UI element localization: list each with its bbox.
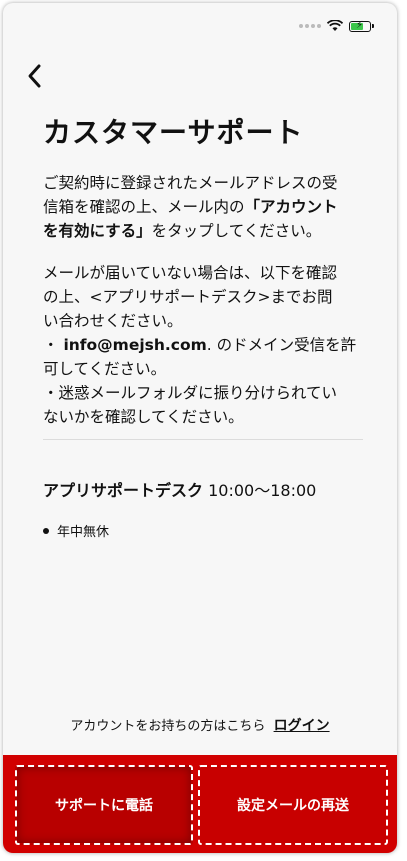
call-support-button[interactable]: サポートに電話 <box>15 765 193 845</box>
support-desk-hours: アプリサポートデスク 10:00〜18:00 <box>43 481 317 500</box>
bullet-dot <box>43 527 49 534</box>
page-title: カスタマーサポート <box>43 116 304 149</box>
bottom-action-bar: サポートに電話 設定メールの再送 <box>3 755 397 853</box>
login-link[interactable]: ログイン <box>274 718 330 734</box>
resend-email-button[interactable]: 設定メールの再送 <box>198 765 388 845</box>
login-row: アカウントをお持ちの方はこちら ログイン <box>70 718 330 734</box>
instruction-paragraph: ご契約時に登録されたメールアドレスの受 信箱を確認の上、メール内の「アカウント … <box>43 174 338 240</box>
chevron-left-icon[interactable] <box>23 61 49 91</box>
divider <box>43 439 363 440</box>
status-bar: ⚡ <box>299 19 374 33</box>
battery-charging-icon: ⚡ <box>349 20 374 32</box>
wifi-icon <box>327 20 343 31</box>
support-email: info@mejsh.com <box>63 336 207 354</box>
open-days: 年中無休 <box>43 521 109 540</box>
troubleshoot-paragraph: メールが届いていない場合は、以下を確認 の上、<アプリサポートデスク>までお問 … <box>43 264 357 426</box>
app-screen: ⚡ カスタマーサポート ご契約時に登録されたメールアドレスの受 信箱を確認の上、… <box>3 3 397 853</box>
signal-dots <box>299 24 321 28</box>
